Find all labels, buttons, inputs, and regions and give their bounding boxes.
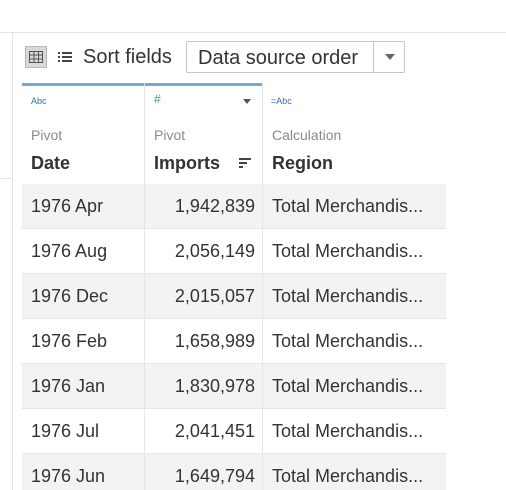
list-icon <box>58 52 72 62</box>
column-name: Imports <box>154 153 221 173</box>
column-highlight-bar <box>263 83 446 86</box>
grid-view-button[interactable] <box>25 46 47 68</box>
column-name: Date <box>31 153 71 173</box>
imports-cell[interactable]: 2,041,451 <box>145 409 263 453</box>
imports-cell[interactable]: 1,649,794 <box>145 454 263 490</box>
grid-rows: 1976 Apr 1,942,839 Total Merchandis... 1… <box>22 184 446 490</box>
chevron-down-icon <box>385 54 395 60</box>
number-type-icon[interactable]: # <box>154 93 161 105</box>
dropdown-divider <box>373 42 374 72</box>
table-row[interactable]: 1976 Jul 2,041,451 Total Merchandis... <box>22 409 446 454</box>
data-grid: Abc Pivot Date # Pivot Imports =Abc Calc… <box>22 83 446 490</box>
column-name: Region <box>272 153 333 173</box>
column-origin-label: Pivot <box>154 127 186 143</box>
date-cell[interactable]: 1976 Dec <box>22 274 145 318</box>
list-view-button[interactable] <box>56 48 74 66</box>
data-grid-toolbar: Sort fields Data source order <box>12 33 506 83</box>
column-header-imports[interactable]: # Pivot Imports <box>145 83 263 184</box>
sort-fields-value: Data source order <box>198 47 359 69</box>
string-type-icon[interactable]: Abc <box>31 95 47 107</box>
table-row[interactable]: 1976 Apr 1,942,839 Total Merchandis... <box>22 184 446 229</box>
column-highlight-bar <box>22 83 144 86</box>
imports-cell[interactable]: 2,015,057 <box>145 274 263 318</box>
region-cell[interactable]: Total Merchandis... <box>263 229 446 273</box>
date-cell[interactable]: 1976 Jan <box>22 364 145 408</box>
region-cell[interactable]: Total Merchandis... <box>263 409 446 453</box>
region-cell[interactable]: Total Merchandis... <box>263 184 446 228</box>
left-divider <box>12 33 13 490</box>
table-row[interactable]: 1976 Dec 2,015,057 Total Merchandis... <box>22 274 446 319</box>
imports-cell[interactable]: 1,942,839 <box>145 184 263 228</box>
column-menu-chevron-icon[interactable] <box>243 99 251 104</box>
region-cell[interactable]: Total Merchandis... <box>263 274 446 318</box>
calculated-string-type-icon[interactable]: =Abc <box>271 95 292 107</box>
sort-fields-label: Sort fields <box>83 46 172 68</box>
imports-cell[interactable]: 1,830,978 <box>145 364 263 408</box>
column-header-region[interactable]: =Abc Calculation Region <box>263 83 446 184</box>
column-origin-label: Pivot <box>31 127 63 143</box>
imports-cell[interactable]: 1,658,989 <box>145 319 263 363</box>
date-cell[interactable]: 1976 Jul <box>22 409 145 453</box>
date-cell[interactable]: 1976 Feb <box>22 319 145 363</box>
date-cell[interactable]: 1976 Aug <box>22 229 145 273</box>
table-row[interactable]: 1976 Aug 2,056,149 Total Merchandis... <box>22 229 446 274</box>
table-row[interactable]: 1976 Feb 1,658,989 Total Merchandis... <box>22 319 446 364</box>
date-cell[interactable]: 1976 Jun <box>22 454 145 490</box>
column-highlight-bar <box>145 83 262 86</box>
left-panel-edge <box>0 178 12 179</box>
table-row[interactable]: 1976 Jun 1,649,794 Total Merchandis... <box>22 454 446 490</box>
column-origin-label: Calculation <box>272 127 342 143</box>
table-row[interactable]: 1976 Jan 1,830,978 Total Merchandis... <box>22 364 446 409</box>
sort-icon[interactable] <box>239 158 251 169</box>
grid-header-row: Abc Pivot Date # Pivot Imports =Abc Calc… <box>22 83 446 185</box>
sort-fields-dropdown[interactable]: Data source order <box>186 41 405 73</box>
column-header-date[interactable]: Abc Pivot Date <box>22 83 145 184</box>
top-panel <box>0 0 506 33</box>
grid-icon <box>29 51 43 63</box>
region-cell[interactable]: Total Merchandis... <box>263 454 446 490</box>
region-cell[interactable]: Total Merchandis... <box>263 319 446 363</box>
region-cell[interactable]: Total Merchandis... <box>263 364 446 408</box>
imports-cell[interactable]: 2,056,149 <box>145 229 263 273</box>
date-cell[interactable]: 1976 Apr <box>22 184 145 228</box>
